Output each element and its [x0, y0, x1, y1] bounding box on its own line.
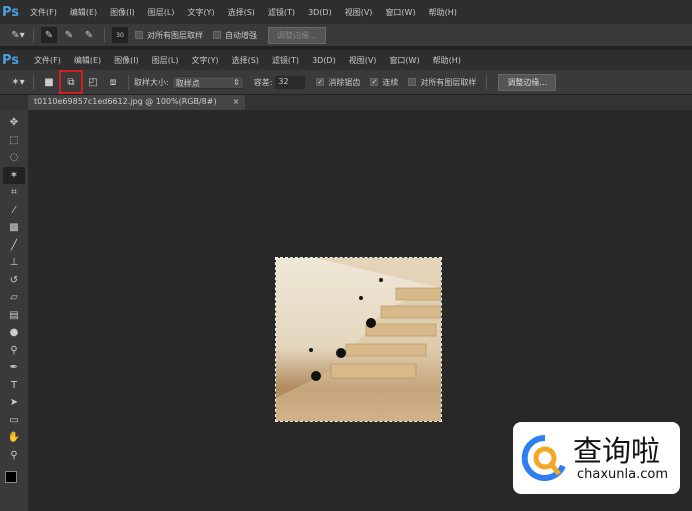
gradient-tool-icon[interactable]: ▤ — [3, 307, 25, 325]
menu-item[interactable]: 窗口(W) — [381, 7, 424, 18]
tolerance-input[interactable]: 32 — [275, 75, 306, 89]
watermark-name: 查询啦 — [573, 433, 661, 468]
new-selection-icon[interactable]: ■ — [41, 74, 57, 90]
close-icon[interactable]: × — [233, 97, 240, 108]
intersect-selection-icon[interactable]: ⧈ — [105, 74, 121, 90]
tools-panel: ✥ ⬚ ◌ ✶ ⌗ ⁄ ▩ ╱ ⊥ ↺ ▱ ▤ ● ⚲ ✒ T ➤ ▭ ✋ ⚲ — [0, 110, 28, 511]
menu-item[interactable]: 视图(V) — [345, 55, 386, 66]
front-menubar: Ps 文件(F) 编辑(E) 图像(I) 图层(L) 文字(Y) 选择(S) 滤… — [0, 50, 692, 70]
menu-item[interactable]: 图层(L) — [144, 7, 184, 18]
type-tool-icon[interactable]: T — [3, 377, 25, 395]
menu-item[interactable]: 图像(I) — [110, 55, 148, 66]
eyedropper-tool-icon[interactable]: ⁄ — [3, 202, 25, 220]
dodge-tool-icon[interactable]: ⚲ — [3, 342, 25, 360]
menu-item[interactable]: 图层(L) — [148, 55, 188, 66]
menu-item[interactable]: 帮助(H) — [425, 7, 466, 18]
quick-selection-icon[interactable]: ✎▾ — [10, 27, 26, 43]
menu-item[interactable]: 选择(S) — [224, 7, 264, 18]
menu-item[interactable]: 窗口(W) — [385, 55, 428, 66]
eraser-tool-icon[interactable]: ▱ — [3, 289, 25, 307]
menu-item[interactable]: 编辑(E) — [66, 7, 106, 18]
brush-size-picker[interactable]: 30 — [112, 27, 128, 43]
menu-item[interactable]: 滤镜(T) — [264, 7, 304, 18]
menu-item[interactable]: 3D(D) — [304, 8, 341, 17]
clone-stamp-tool-icon[interactable]: ⊥ — [3, 254, 25, 272]
add-selection-brush-icon[interactable]: ✎ — [61, 27, 77, 43]
subtract-from-selection-icon[interactable]: ◰ — [85, 74, 101, 90]
new-selection-brush-icon[interactable]: ✎ — [41, 27, 57, 43]
image-content — [276, 258, 442, 421]
sample-size-label: 取样大小: — [134, 77, 169, 87]
sample-all-layers-checkbox[interactable]: 对所有图层取样 — [135, 30, 203, 41]
menu-item[interactable]: 文件(F) — [30, 55, 70, 66]
menu-item[interactable]: 帮助(H) — [429, 55, 470, 66]
history-brush-tool-icon[interactable]: ↺ — [3, 272, 25, 290]
auto-enhance-checkbox[interactable]: 自动增强 — [213, 30, 257, 41]
chaxunla-logo-icon — [521, 434, 566, 481]
anti-alias-checkbox[interactable]: ✓ 消除锯齿 — [316, 77, 360, 88]
label: 自动增强 — [225, 30, 257, 40]
sample-all-layers-checkbox[interactable]: 对所有图层取样 — [408, 77, 476, 88]
label: 连续 — [382, 77, 399, 87]
front-options-bar: ✶▾ ■ ⧉ ◰ ⧈ 取样大小: 取样点 ⇕ 容差: 32 ✓ 消除锯齿 ✓ 连续 对… — [0, 70, 692, 95]
value: 取样点 — [175, 78, 200, 88]
contiguous-checkbox[interactable]: ✓ 连续 — [370, 77, 398, 88]
menu-item[interactable]: 视图(V) — [341, 7, 382, 18]
brush-tool-icon[interactable]: ╱ — [3, 237, 25, 255]
menu-item[interactable]: 选择(S) — [228, 55, 268, 66]
magic-wand-icon[interactable]: ✶▾ — [10, 74, 26, 90]
add-to-selection-icon[interactable]: ⧉ — [59, 70, 83, 94]
ps-logo: Ps — [2, 52, 20, 68]
pen-tool-icon[interactable]: ✒ — [3, 359, 25, 377]
color-swatches[interactable] — [3, 468, 25, 494]
label: 对所有图层取样 — [420, 77, 477, 87]
watermark-url: chaxunla.com — [577, 466, 668, 482]
magic-wand-tool-icon[interactable]: ✶ — [3, 166, 25, 184]
document-tab[interactable]: t0110e69857c1ed6612.jpg @ 100%(RGB/8#) × — [28, 95, 246, 110]
hand-tool-icon[interactable]: ✋ — [3, 429, 25, 447]
foreground-color[interactable] — [5, 471, 17, 483]
marquee-tool-icon[interactable]: ⬚ — [3, 132, 25, 150]
document-image[interactable] — [275, 257, 442, 422]
menu-item[interactable]: 文件(F) — [26, 7, 66, 18]
refine-edge-button[interactable]: 调整边缘... — [268, 26, 326, 44]
tolerance-label: 容差: — [253, 77, 273, 87]
label: 对所有图层取样 — [147, 30, 203, 40]
rectangle-tool-icon[interactable]: ▭ — [3, 412, 25, 430]
document-title: t0110e69857c1ed6612.jpg @ 100%(RGB/8#) — [34, 97, 217, 106]
chevron-updown-icon: ⇕ — [233, 77, 240, 87]
menu-item[interactable]: 文字(Y) — [187, 55, 227, 66]
refine-edge-button[interactable]: 调整边缘... — [498, 73, 557, 91]
lasso-tool-icon[interactable]: ◌ — [3, 149, 25, 167]
zoom-tool-icon[interactable]: ⚲ — [3, 447, 25, 465]
watermark: 查询啦 chaxunla.com — [513, 422, 680, 494]
menu-item[interactable]: 编辑(E) — [70, 55, 110, 66]
back-options-bar: ✎▾ ✎ ✎ ✎ 30 对所有图层取样 自动增强 调整边缘... — [0, 24, 692, 47]
menu-item[interactable]: 文字(Y) — [183, 7, 223, 18]
subtract-selection-brush-icon[interactable]: ✎ — [81, 27, 97, 43]
blur-tool-icon[interactable]: ● — [3, 324, 25, 342]
ps-logo: Ps — [2, 4, 20, 20]
crop-tool-icon[interactable]: ⌗ — [3, 184, 25, 202]
back-menubar: Ps 文件(F) 编辑(E) 图像(I) 图层(L) 文字(Y) 选择(S) 滤… — [0, 0, 692, 24]
menu-item[interactable]: 滤镜(T) — [268, 55, 308, 66]
document-tab-bar: t0110e69857c1ed6612.jpg @ 100%(RGB/8#) × — [0, 95, 692, 110]
label: 消除锯齿 — [328, 77, 361, 87]
path-selection-tool-icon[interactable]: ➤ — [3, 394, 25, 412]
move-tool-icon[interactable]: ✥ — [3, 114, 25, 132]
sample-size-select[interactable]: 取样点 ⇕ — [171, 75, 244, 89]
menu-item[interactable]: 3D(D) — [308, 56, 345, 65]
menu-item[interactable]: 图像(I) — [106, 7, 144, 18]
healing-tool-icon[interactable]: ▩ — [3, 219, 25, 237]
